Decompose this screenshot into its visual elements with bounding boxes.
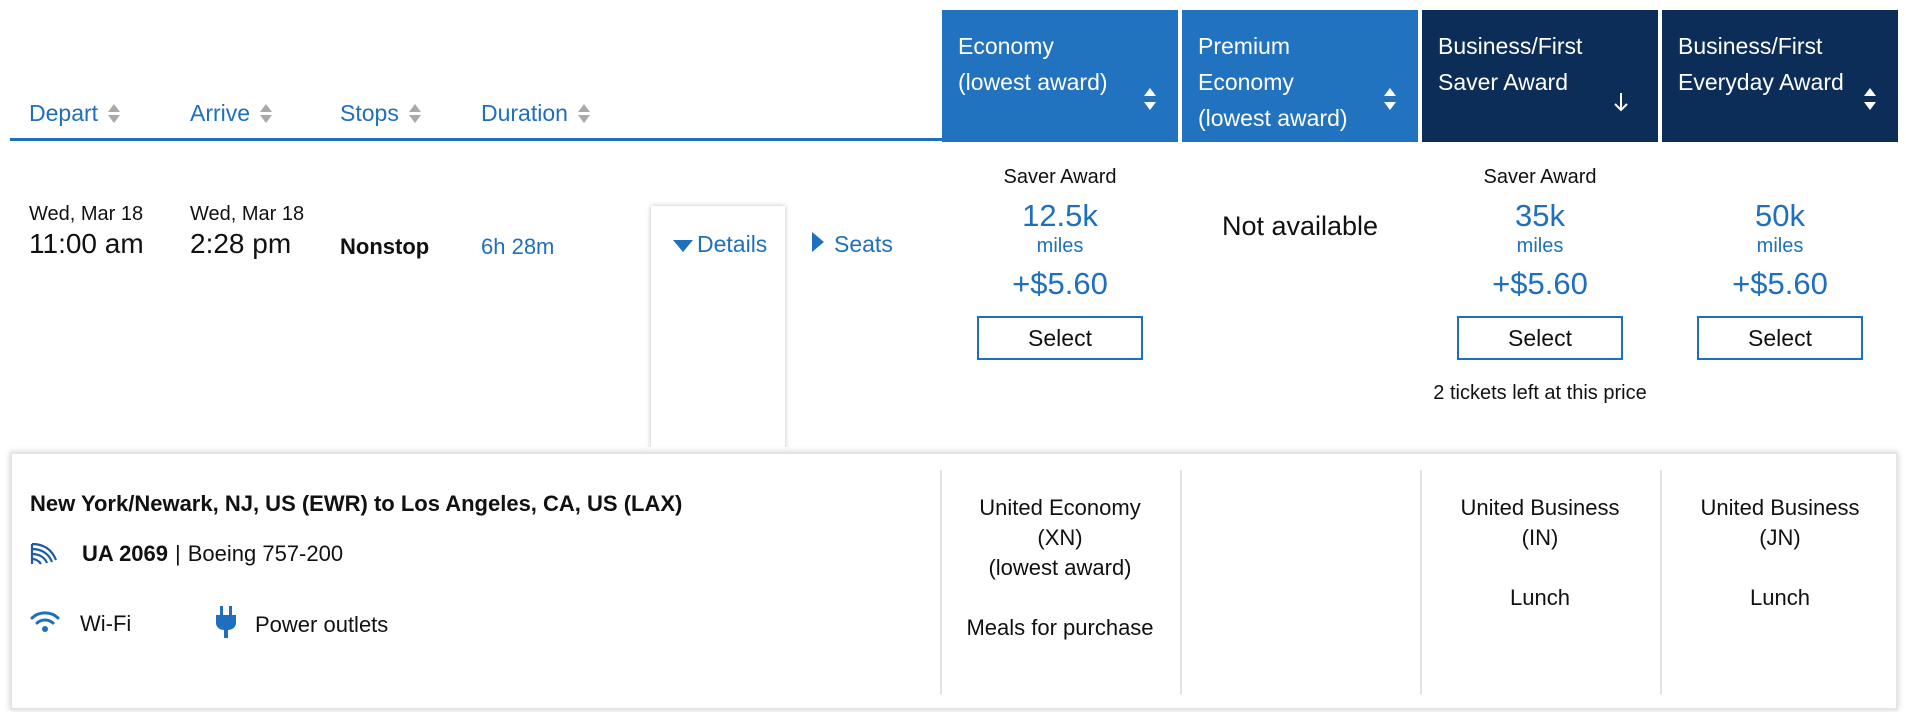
route-title: New York/Newark, NJ, US (EWR) to Los Ang… (30, 491, 683, 516)
fare-header-business-saver-label: Business/First Saver Award (1438, 33, 1583, 95)
wifi-icon (30, 609, 60, 639)
seats-label: Seats (834, 231, 893, 257)
arrive-time: 2:28 pm (190, 228, 292, 259)
caret-right-icon (812, 231, 824, 258)
tax-value: +$5.60 (1732, 266, 1828, 301)
separator: | (175, 541, 181, 566)
depart-date: Wed, Mar 18 (29, 203, 144, 225)
fare-economy: Saver Award 12.5k miles +$5.60 Select (942, 164, 1178, 360)
aircraft-type: Boeing 757-200 (187, 541, 344, 566)
tickets-left-note: 2 tickets left at this price (1433, 382, 1647, 404)
fare-business-everyday: 50k miles +$5.60 Select (1662, 164, 1898, 360)
arrive-date: Wed, Mar 18 (190, 203, 305, 225)
cabin-economy: United Economy (XN) (lowest award) Meals… (966, 495, 1154, 640)
sort-arrive-label: Arrive (190, 100, 251, 126)
sort-duration-label: Duration (481, 100, 568, 126)
select-business-everyday-button[interactable]: Select (1697, 316, 1863, 360)
amenity-label: Power outlets (255, 612, 389, 637)
sort-both-icon (577, 104, 590, 123)
miles-value: 35k (1515, 198, 1565, 233)
miles-label: miles (1516, 235, 1564, 257)
depart-time: 11:00 am (29, 228, 144, 259)
cabin-business-saver: United Business (IN) Lunch (1460, 495, 1620, 610)
sort-stops[interactable]: Stops (340, 100, 421, 127)
miles-label: miles (1756, 235, 1804, 257)
award-type: Saver Award (1003, 166, 1117, 188)
details-label: Details (697, 231, 768, 257)
sort-both-icon (1384, 84, 1396, 120)
select-economy-button[interactable]: Select (977, 316, 1143, 360)
fare-header-economy[interactable]: Economy (lowest award) (942, 10, 1178, 142)
united-logo-icon (30, 542, 60, 566)
seats-link[interactable]: Seats (812, 231, 893, 258)
sort-arrive[interactable]: Arrive (190, 100, 273, 127)
sort-both-icon (260, 104, 273, 123)
award-type: Saver Award (1483, 166, 1597, 188)
amenity-label: Wi-Fi (80, 611, 132, 636)
fare-header-economy-label: Economy (lowest award) (958, 33, 1108, 95)
flight-info: UA 2069 | Boeing 757-200 (82, 541, 343, 567)
sort-depart-label: Depart (29, 100, 99, 126)
flight-number: UA 2069 (82, 541, 169, 566)
miles-label: miles (1036, 235, 1084, 257)
fare-header-business-everyday-label: Business/First Everyday Award (1678, 33, 1844, 95)
sort-both-icon (1144, 84, 1156, 120)
award-type (1662, 164, 1898, 190)
header-underline (10, 138, 942, 141)
fare-header-premium-economy[interactable]: Premium Economy (lowest award) (1182, 10, 1418, 142)
arrow-down-icon (1614, 86, 1628, 122)
cabin-business-everyday: United Business (JN) Lunch (1700, 495, 1860, 610)
amenity-power: Power outlets (213, 606, 388, 644)
select-business-saver-button[interactable]: Select (1457, 316, 1623, 360)
caret-down-icon (673, 231, 693, 258)
sort-both-icon (408, 104, 421, 123)
stops-value: Nonstop (340, 234, 430, 259)
miles-value: 50k (1755, 198, 1805, 233)
sort-depart[interactable]: Depart (29, 100, 121, 127)
duration-value: 6h 28m (481, 234, 555, 259)
fare-header-business-saver[interactable]: Business/First Saver Award (1422, 10, 1658, 142)
sort-both-icon (1864, 84, 1876, 120)
fare-header-premium-economy-label: Premium Economy (lowest award) (1198, 33, 1348, 131)
power-plug-icon (213, 606, 239, 644)
sort-duration[interactable]: Duration (481, 100, 590, 127)
miles-value: 12.5k (1022, 198, 1098, 233)
fare-header-business-everyday[interactable]: Business/First Everyday Award (1662, 10, 1898, 142)
details-toggle[interactable]: Details (673, 231, 767, 258)
sort-both-icon (108, 104, 121, 123)
fare-business-saver: Saver Award 35k miles +$5.60 Select 2 ti… (1422, 164, 1658, 405)
fare-premium-unavailable: Not available (1221, 211, 1379, 241)
sort-stops-label: Stops (340, 100, 399, 126)
tax-value: +$5.60 (1012, 266, 1108, 301)
tax-value: +$5.60 (1492, 266, 1588, 301)
amenity-wifi: Wi-Fi (30, 609, 131, 639)
divider (1180, 470, 1182, 694)
